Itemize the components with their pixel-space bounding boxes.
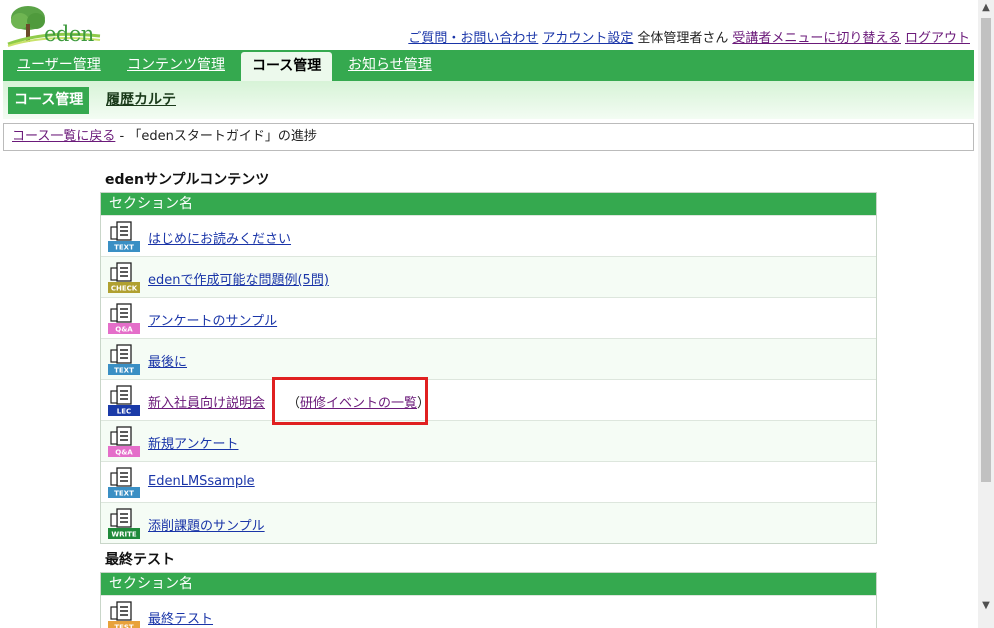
qa-icon: Q&A	[108, 426, 140, 458]
text-icon: TEXT	[108, 467, 140, 499]
breadcrumb-separator: -	[119, 129, 125, 144]
write-icon: WRITE	[108, 508, 140, 540]
section-title: edenサンプルコンテンツ	[105, 172, 270, 188]
list-item: TEXT EdenLMSsample	[101, 461, 876, 502]
content-link[interactable]: 新入社員向け説明会	[148, 392, 265, 411]
section-table: セクション名 TEXT はじめにお読みください CHECK edenで作成可能な問題例…	[100, 192, 877, 544]
tab-notice-management[interactable]: お知らせ管理	[348, 50, 432, 81]
tab-content-management[interactable]: コンテンツ管理	[127, 50, 225, 81]
highlight-box	[272, 377, 428, 425]
list-item: LEC 新入社員向け説明会 （研修イベントの一覧）	[101, 379, 876, 420]
main-nav: ユーザー管理 コンテンツ管理 コース管理 お知らせ管理	[3, 50, 974, 81]
content-link[interactable]: 新規アンケート	[148, 433, 238, 452]
page-header: eden ご質問・お問い合わせ アカウント設定 全体管理者さん 受講者メニューに切り替…	[0, 0, 978, 48]
breadcrumb: コース一覧に戻る - 「edenスタートガイド」の進捗	[3, 123, 974, 151]
svg-text:TEXT: TEXT	[114, 490, 134, 498]
back-to-course-list-link[interactable]: コース一覧に戻る	[12, 129, 115, 144]
header-link-2: 全体管理者さん	[637, 31, 729, 46]
sub-nav: コース管理 履歴カルテ	[3, 81, 974, 119]
content-link[interactable]: EdenLMSsample	[148, 474, 255, 489]
lec-icon: LEC	[108, 385, 140, 417]
list-item: TEXT はじめにお読みください	[101, 215, 876, 256]
section-table: セクション名 TEST 最終テスト	[100, 572, 877, 628]
svg-text:TEST: TEST	[114, 624, 134, 628]
scroll-down-arrow-icon[interactable]: ▼	[978, 598, 994, 614]
qa-icon: Q&A	[108, 303, 140, 335]
content-link[interactable]: edenで作成可能な問題例(5問)	[148, 269, 329, 288]
content-link[interactable]: 最後に	[148, 351, 187, 370]
section-title: 最終テスト	[105, 552, 175, 568]
header-link-3[interactable]: 受講者メニューに切り替える	[732, 31, 901, 46]
tab-user-management[interactable]: ユーザー管理	[17, 50, 101, 81]
svg-text:TEXT: TEXT	[114, 244, 134, 252]
header-link-1[interactable]: アカウント設定	[542, 31, 633, 46]
top-links: ご質問・お問い合わせ アカウント設定 全体管理者さん 受講者メニューに切り替える ログア…	[404, 27, 970, 46]
svg-text:WRITE: WRITE	[111, 531, 136, 539]
section-header: セクション名	[101, 193, 876, 215]
subtab-course-management[interactable]: コース管理	[8, 87, 90, 114]
header-link-4[interactable]: ログアウト	[905, 31, 970, 46]
list-item: WRITE 添削課題のサンプル	[101, 502, 876, 543]
list-item: TEST 最終テスト	[101, 595, 876, 628]
scrollbar-thumb[interactable]	[981, 18, 991, 482]
list-item: CHECK edenで作成可能な問題例(5問)	[101, 256, 876, 297]
content-link[interactable]: 最終テスト	[148, 608, 213, 627]
check-icon: CHECK	[108, 262, 140, 294]
text-icon: TEXT	[108, 221, 140, 253]
svg-text:Q&A: Q&A	[115, 326, 133, 334]
svg-text:LEC: LEC	[117, 408, 131, 416]
content-link[interactable]: はじめにお読みください	[148, 228, 291, 247]
logo-text: eden	[44, 22, 94, 46]
list-item: Q&A 新規アンケート	[101, 420, 876, 461]
breadcrumb-current: 「edenスタートガイド」の進捗	[128, 129, 317, 144]
content-link[interactable]: アンケートのサンプル	[148, 310, 277, 329]
svg-text:Q&A: Q&A	[115, 449, 133, 457]
svg-text:TEXT: TEXT	[114, 367, 134, 375]
header-link-0[interactable]: ご質問・お問い合わせ	[408, 31, 538, 46]
content-link[interactable]: 添削課題のサンプル	[148, 515, 265, 534]
list-item: Q&A アンケートのサンプル	[101, 297, 876, 338]
test-icon: TEST	[108, 601, 140, 628]
svg-text:CHECK: CHECK	[111, 285, 138, 293]
tab-course-management[interactable]: コース管理	[241, 52, 333, 81]
subtab-history-karte[interactable]: 履歴カルテ	[106, 87, 176, 114]
scroll-up-arrow-icon[interactable]: ▲	[978, 0, 994, 16]
list-item: TEXT 最後に	[101, 338, 876, 379]
section-header: セクション名	[101, 573, 876, 595]
text-icon: TEXT	[108, 344, 140, 376]
